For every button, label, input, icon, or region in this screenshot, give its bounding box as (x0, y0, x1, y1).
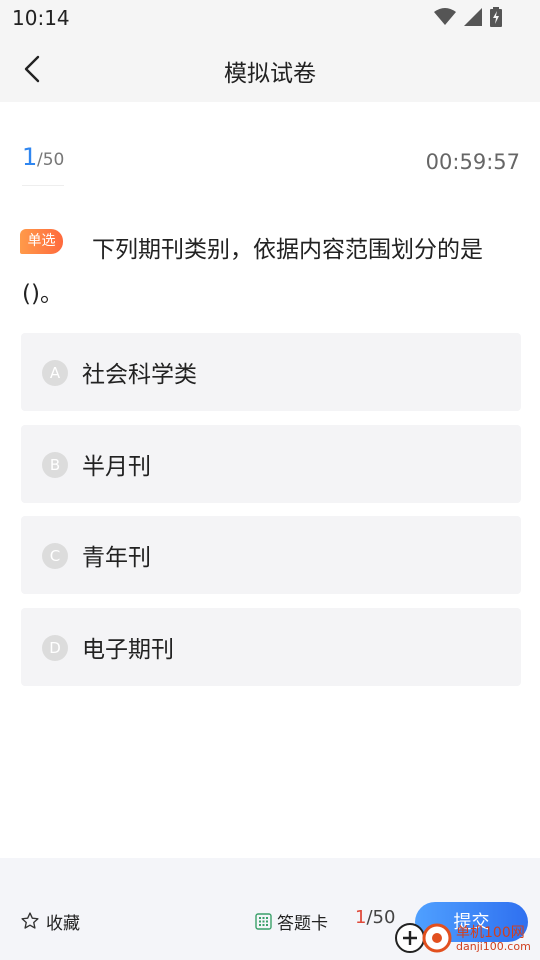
option-a[interactable]: A 社会科学类 (21, 333, 521, 411)
option-letter: A (42, 360, 68, 386)
option-letter: D (42, 635, 68, 661)
option-text: 青年刊 (82, 545, 151, 571)
star-icon (21, 912, 39, 929)
option-text: 电子期刊 (82, 637, 174, 663)
answer-card-label: 答题卡 (277, 913, 328, 934)
answer-card-icon (255, 912, 272, 930)
answer-card-button[interactable]: 答题卡 (255, 908, 328, 934)
option-text: 社会科学类 (82, 362, 197, 388)
favorite-label: 收藏 (46, 913, 80, 934)
page-title: 模拟试卷 (224, 61, 316, 87)
question-progress-total: /50 (37, 150, 65, 170)
option-d[interactable]: D 电子期刊 (21, 608, 521, 686)
status-time: 10:14 (12, 6, 70, 30)
question-progress-current: 1 (22, 143, 38, 171)
option-b[interactable]: B 半月刊 (21, 425, 521, 503)
battery-icon (490, 7, 502, 27)
signal-icon (464, 8, 482, 26)
option-text: 半月刊 (82, 454, 151, 480)
status-bar: 10:14 (0, 0, 540, 36)
bottom-progress: 1/50 (355, 907, 395, 928)
question-text: 下列期刊类别，依据内容范围划分的是()。 (22, 237, 483, 307)
favorite-button[interactable]: 收藏 (20, 908, 80, 934)
wifi-icon (434, 8, 456, 25)
option-c[interactable]: C 青年刊 (21, 516, 521, 594)
option-letter: C (42, 543, 68, 569)
watermark-text: 单机100网 (456, 925, 525, 941)
progress-divider (22, 185, 64, 186)
nav-bar: 模拟试卷 (0, 36, 540, 102)
option-letter: B (42, 452, 68, 478)
countdown-timer: 00:59:57 (425, 150, 520, 174)
bottom-progress-current: 1 (355, 907, 367, 928)
status-icons (434, 6, 502, 28)
question-type-badge: 单选 (20, 229, 63, 254)
watermark-url: danji100.com (456, 940, 531, 953)
